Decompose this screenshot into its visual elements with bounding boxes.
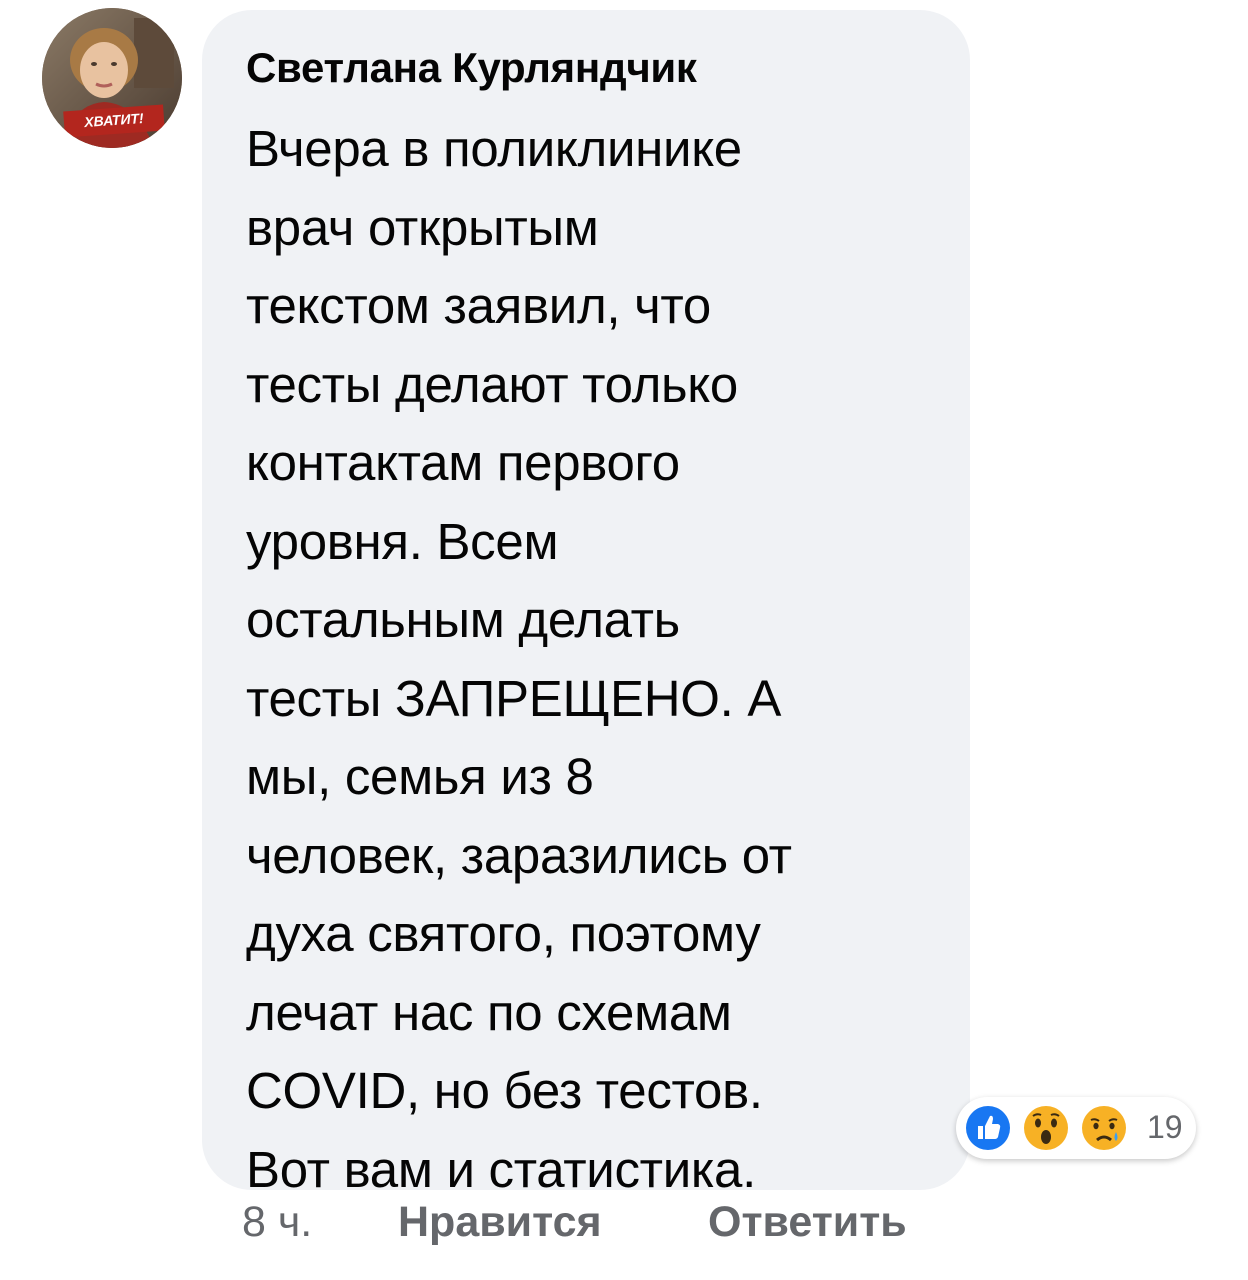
like-icon <box>962 1102 1014 1154</box>
comment-text: Вчера в поликлинике врач открытым тексто… <box>246 110 946 1209</box>
wow-icon <box>1020 1102 1072 1154</box>
comment-line: уровня. Всем <box>246 512 559 570</box>
comment-line: духа святого, поэтому <box>246 905 761 962</box>
comment-line: COVID, но без тестов. <box>246 1062 763 1119</box>
comment-line: тесты делают только <box>246 355 738 413</box>
reply-button[interactable]: Ответить <box>708 1198 907 1247</box>
avatar[interactable]: ХВАТИТ! <box>42 8 182 148</box>
comment-line: Вчера в поликлинике <box>246 120 742 177</box>
comment-line: мы, семья из 8 <box>246 748 594 805</box>
comment-line: врач открытым <box>246 198 599 256</box>
comment-author[interactable]: Светлана Курляндчик <box>246 44 697 92</box>
comment-line: остальным делать <box>246 591 680 648</box>
like-button[interactable]: Нравится <box>398 1198 602 1247</box>
comment-line: контактам первого <box>246 434 680 491</box>
comment-line: текстом заявил, что <box>246 277 711 334</box>
comment-timestamp[interactable]: 8 ч. <box>242 1198 312 1247</box>
comment-line: тесты ЗАПРЕЩЕНО. А <box>246 669 782 727</box>
comment-line: человек, заразились от <box>246 826 792 884</box>
comment-bubble: Светлана Курляндчик Вчера в поликлинике … <box>202 10 970 1198</box>
comment-line: лечат нас по схемам <box>246 983 732 1041</box>
reactions-summary[interactable]: 19 <box>956 1097 1196 1159</box>
sad-icon <box>1078 1102 1130 1154</box>
avatar-photo: ХВАТИТ! <box>42 8 182 148</box>
reaction-count: 19 <box>1147 1109 1183 1145</box>
